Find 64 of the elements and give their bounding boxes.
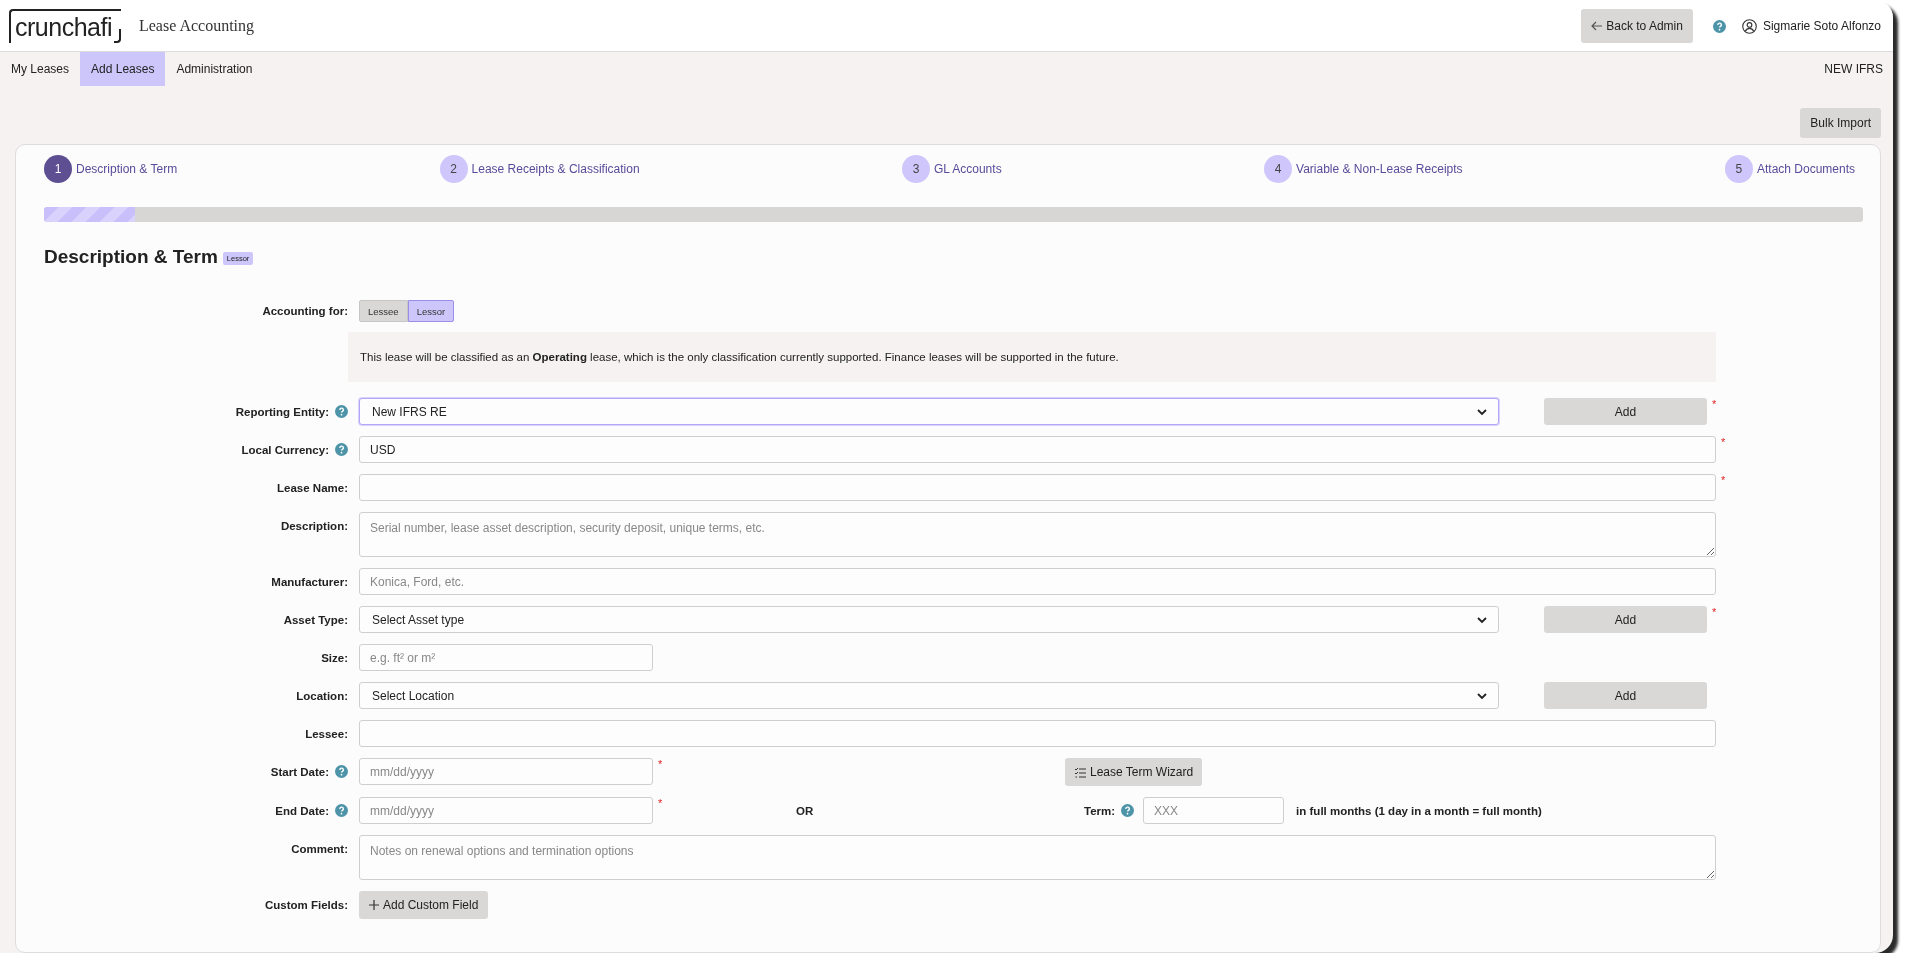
arrow-left-icon [1591, 21, 1604, 31]
field-label: Location: [296, 689, 348, 702]
field-label: Reporting Entity: [235, 405, 329, 418]
logo[interactable]: crunchafi [9, 9, 121, 43]
required-mark: * [1721, 436, 1727, 448]
input-field[interactable]: e.g. ft² or m² [359, 644, 653, 671]
back-to-admin-button[interactable]: Back to Admin [1581, 9, 1693, 43]
field-label: Start Date: [270, 765, 329, 778]
term-note: in full months (1 day in a month = full month) [1296, 803, 1542, 819]
nav-tab[interactable]: My Leases [0, 52, 81, 86]
select-field[interactable]: Select Location [359, 682, 1499, 709]
field-label: Lease Name: [277, 481, 348, 494]
classification-notice: This lease will be classified as an Operating lease, which is the only classification currently supported. Finance leases will be supported in the future. [348, 332, 1716, 382]
input-field[interactable] [359, 474, 1716, 501]
required-mark: * [658, 797, 664, 809]
required-mark: * [1721, 474, 1727, 486]
add-button[interactable]: Add [1544, 606, 1707, 633]
add-button[interactable]: Add [1544, 398, 1707, 425]
text-area[interactable]: Serial number, lease asset description, security deposit, unique terms, etc. [359, 512, 1716, 557]
field-label: Asset Type: [283, 613, 348, 626]
field-label: Custom Fields: [264, 898, 348, 911]
lease-term-wizard-button[interactable]: Lease Term Wizard [1065, 758, 1203, 786]
required-mark: * [1712, 398, 1718, 410]
bulk-import-button[interactable]: Bulk Import [1800, 108, 1881, 138]
checklist-icon [1074, 766, 1086, 778]
plus-icon [369, 900, 379, 910]
wizard-step[interactable]: 3 GL Accounts [902, 155, 1002, 183]
date-field[interactable]: mm/dd/yyyy [359, 797, 653, 824]
field-label: Size: [321, 651, 348, 664]
field-label: Comment: [291, 842, 348, 855]
date-field[interactable]: mm/dd/yyyy [359, 758, 653, 785]
nav-tab[interactable]: Add Leases [80, 52, 166, 86]
field-label: Accounting for: [261, 305, 348, 317]
wizard-step[interactable]: 1 Description & Term [44, 155, 178, 183]
input-field[interactable] [359, 720, 1716, 747]
field-label: End Date: [275, 804, 329, 817]
toggle-option[interactable]: Lessee [359, 300, 408, 322]
field-label: Manufacturer: [271, 575, 348, 588]
field-label: Lessee: [305, 727, 348, 740]
field-label: Description: [280, 519, 348, 532]
input-field[interactable]: USD [359, 436, 1716, 463]
or-label: OR [796, 803, 815, 819]
add-custom-field-button[interactable]: Add Custom Field [359, 891, 489, 919]
toggle-option[interactable]: Lessor [407, 300, 455, 322]
text-area[interactable]: Notes on renewal options and termination options [359, 835, 1716, 880]
field-label: Local Currency: [241, 443, 329, 456]
field-label: Term: [1084, 804, 1116, 817]
wizard-step[interactable]: 2 Lease Receipts & Classification [439, 155, 640, 183]
user-name[interactable]: Sigmarie Soto Alfonzo [1762, 19, 1881, 33]
required-mark: * [658, 758, 664, 770]
select-field[interactable]: New IFRS RE [359, 398, 1499, 425]
nav-tab[interactable]: Administration [165, 52, 264, 86]
wizard-step[interactable]: 5 Attach Documents [1724, 155, 1855, 183]
term-field[interactable]: XXX [1143, 797, 1285, 824]
app-title: Lease Accounting [138, 17, 255, 35]
select-field[interactable]: Select Asset type [359, 606, 1499, 633]
user-icon [1741, 18, 1757, 34]
wizard-step[interactable]: 4 Variable & Non-Lease Receipts [1264, 155, 1463, 183]
required-mark: * [1712, 606, 1718, 618]
entity-name: NEW IFRS [1824, 61, 1883, 78]
section-title: Description & Term [44, 246, 218, 268]
help-icon[interactable] [1712, 19, 1726, 33]
add-button[interactable]: Add [1544, 682, 1707, 709]
input-field[interactable]: Konica, Ford, etc. [359, 568, 1716, 595]
